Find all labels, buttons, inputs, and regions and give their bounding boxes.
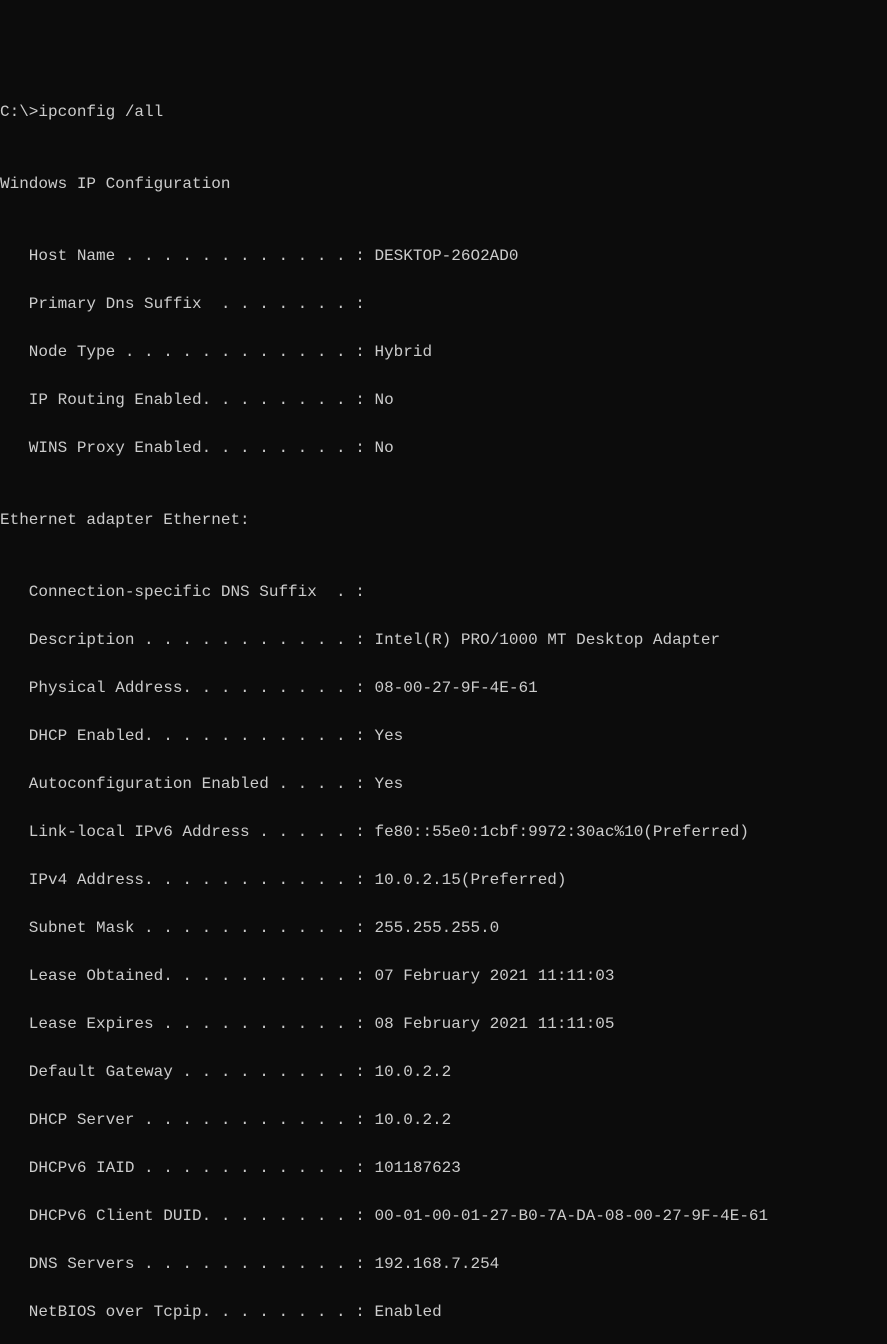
autoconfig-line: Autoconfiguration Enabled . . . . : Yes [0,772,887,796]
lease-obtained-line: Lease Obtained. . . . . . . . . . : 07 F… [0,964,887,988]
physical-address-line: Physical Address. . . . . . . . . : 08-0… [0,676,887,700]
dhcpv6-iaid-line: DHCPv6 IAID . . . . . . . . . . . : 1011… [0,1156,887,1180]
link-local-ipv6-line: Link-local IPv6 Address . . . . . : fe80… [0,820,887,844]
command-prompt-line: C:\>ipconfig /all [0,100,887,124]
default-gateway-line: Default Gateway . . . . . . . . . : 10.0… [0,1060,887,1084]
host-name-line: Host Name . . . . . . . . . . . . : DESK… [0,244,887,268]
dhcpv6-duid-line: DHCPv6 Client DUID. . . . . . . . : 00-0… [0,1204,887,1228]
wins-proxy-line: WINS Proxy Enabled. . . . . . . . : No [0,436,887,460]
primary-dns-suffix-line: Primary Dns Suffix . . . . . . . : [0,292,887,316]
dns-servers-line: DNS Servers . . . . . . . . . . . : 192.… [0,1252,887,1276]
dhcp-server-line: DHCP Server . . . . . . . . . . . : 10.0… [0,1108,887,1132]
description-line: Description . . . . . . . . . . . : Inte… [0,628,887,652]
node-type-line: Node Type . . . . . . . . . . . . : Hybr… [0,340,887,364]
ip-routing-line: IP Routing Enabled. . . . . . . . : No [0,388,887,412]
lease-expires-line: Lease Expires . . . . . . . . . . : 08 F… [0,1012,887,1036]
connection-suffix-line: Connection-specific DNS Suffix . : [0,580,887,604]
ipv4-address-line: IPv4 Address. . . . . . . . . . . : 10.0… [0,868,887,892]
netbios-line: NetBIOS over Tcpip. . . . . . . . : Enab… [0,1300,887,1324]
dhcp-enabled-line: DHCP Enabled. . . . . . . . . . . : Yes [0,724,887,748]
adapter-header: Ethernet adapter Ethernet: [0,508,887,532]
subnet-mask-line: Subnet Mask . . . . . . . . . . . : 255.… [0,916,887,940]
section-header: Windows IP Configuration [0,172,887,196]
